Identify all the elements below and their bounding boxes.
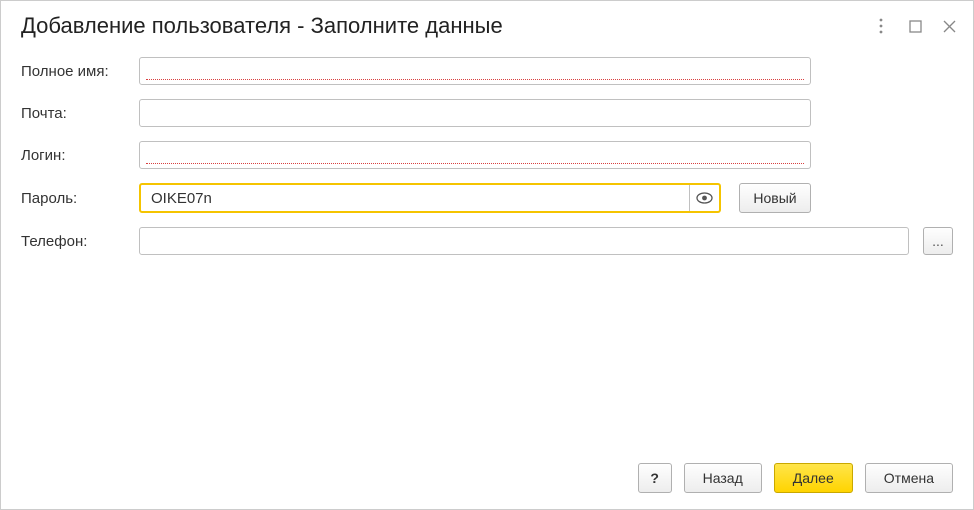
maximize-icon[interactable] — [907, 18, 923, 34]
eye-icon[interactable] — [689, 185, 719, 211]
input-email[interactable] — [139, 99, 811, 127]
input-phone[interactable] — [139, 227, 909, 255]
row-phone: Телефон: ... — [21, 227, 953, 255]
label-phone: Телефон: — [21, 233, 131, 250]
footer-buttons: ? Назад Далее Отмена — [638, 463, 953, 493]
input-password[interactable]: OIKE07n — [141, 185, 689, 211]
kebab-menu-icon[interactable] — [873, 18, 889, 34]
row-password: Пароль: OIKE07n Новый — [21, 183, 811, 213]
new-password-button[interactable]: Новый — [739, 183, 811, 213]
help-button[interactable]: ? — [638, 463, 672, 493]
next-button[interactable]: Далее — [774, 463, 853, 493]
input-full-name[interactable] — [139, 57, 811, 85]
form-area: Полное имя: Почта: Логин: Пароль: OIKE07… — [1, 47, 973, 279]
row-email: Почта: — [21, 99, 811, 127]
row-full-name: Полное имя: — [21, 57, 811, 85]
input-login[interactable] — [139, 141, 811, 169]
label-full-name: Полное имя: — [21, 63, 131, 80]
phone-more-button[interactable]: ... — [923, 227, 953, 255]
window-controls — [873, 18, 957, 34]
cancel-button[interactable]: Отмена — [865, 463, 953, 493]
input-password-wrap: OIKE07n — [139, 183, 721, 213]
back-button[interactable]: Назад — [684, 463, 762, 493]
close-icon[interactable] — [941, 18, 957, 34]
label-email: Почта: — [21, 105, 131, 122]
row-login: Логин: — [21, 141, 811, 169]
label-password: Пароль: — [21, 190, 131, 207]
label-login: Логин: — [21, 147, 131, 164]
titlebar: Добавление пользователя - Заполните данн… — [1, 1, 973, 47]
window-title: Добавление пользователя - Заполните данн… — [21, 13, 503, 39]
